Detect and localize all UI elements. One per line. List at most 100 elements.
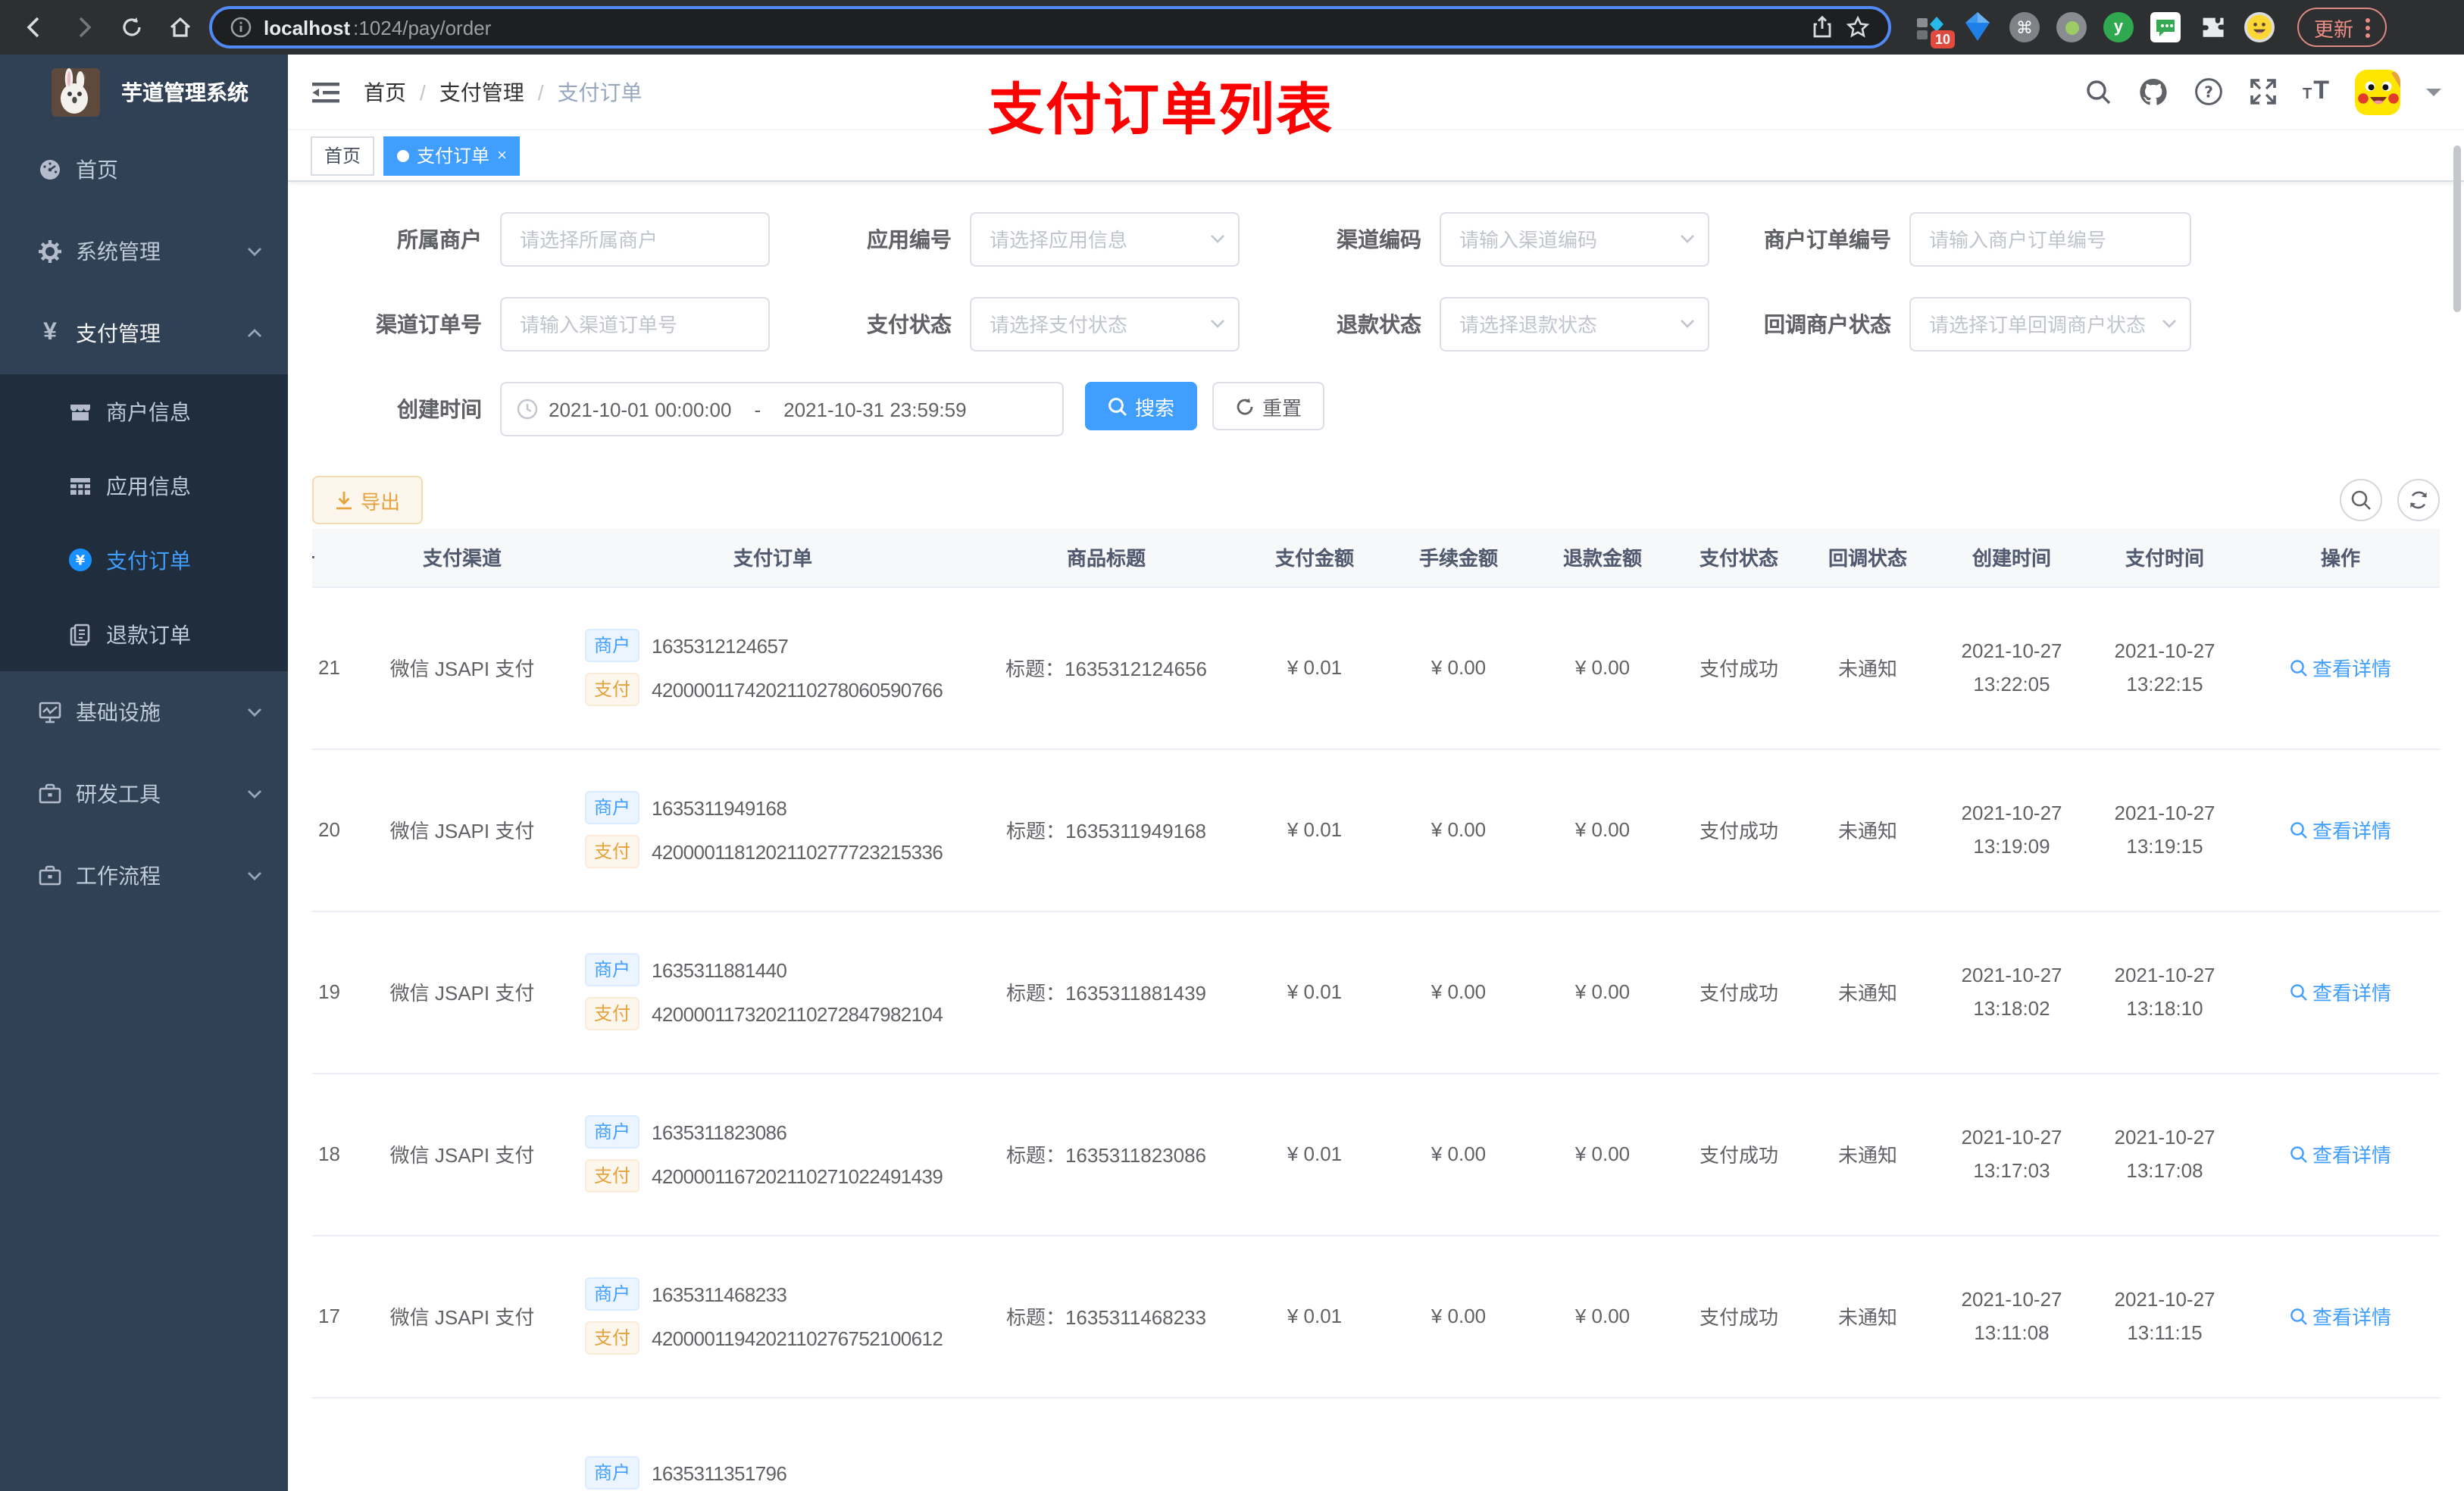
sidebar-item-label: 研发工具	[76, 782, 161, 806]
view-detail-link[interactable]: 查看详情	[2290, 653, 2391, 682]
channel-code-select[interactable]	[1440, 212, 1709, 267]
sidebar-collapse-icon[interactable]	[311, 77, 341, 107]
help-icon[interactable]: ?	[2194, 77, 2222, 106]
channel-order-input[interactable]	[500, 297, 770, 352]
vertical-scrollbar[interactable]	[2453, 145, 2461, 312]
extensions-puzzle-icon[interactable]	[2197, 11, 2228, 44]
sidebar-item-label: 退款订单	[106, 622, 191, 646]
close-icon[interactable]: ×	[497, 146, 507, 164]
browser-update-button[interactable]: 更新	[2297, 8, 2387, 47]
table-row[interactable]: 商户 1635311351796	[312, 1397, 2440, 1491]
cell-title: 标题：1635311823086	[970, 1073, 1243, 1236]
date-range-input[interactable]: 2021-10-01 00:00:00 - 2021-10-31 23:59:5…	[500, 382, 1064, 436]
cell-pay-status	[1674, 1397, 1803, 1491]
cell-id: 21	[312, 586, 349, 749]
filter-label-refund-status: 退款状态	[1337, 312, 1421, 336]
top-navbar: 首页 / 支付管理 / 支付订单 支付订单列表 ? T T	[288, 55, 2464, 141]
magnifier-icon	[2290, 1146, 2307, 1162]
sidebar-item-label: 首页	[76, 158, 118, 182]
browser-menu-icon[interactable]	[2366, 17, 2371, 37]
profile-emoji-icon[interactable]	[2244, 11, 2275, 44]
reset-button[interactable]: 重置	[1212, 382, 1325, 430]
merchant-order-input[interactable]	[1909, 212, 2191, 267]
breadcrumb-home[interactable]: 首页	[364, 77, 406, 107]
cell-create-time	[1932, 1397, 2091, 1491]
cell-title: 标题：1635311949168	[970, 749, 1243, 911]
export-button[interactable]: 导出	[312, 476, 424, 524]
cell-fee: ¥ 0.00	[1387, 1073, 1531, 1236]
address-bar[interactable]: localhost:1024/pay/order	[209, 6, 1891, 48]
logo-image	[52, 67, 100, 116]
extension-kite-icon[interactable]	[1962, 11, 1993, 44]
tab-pay-order[interactable]: 支付订单 ×	[383, 136, 521, 175]
cell-channel: 微信 JSAPI 支付	[349, 1073, 576, 1236]
refund-status-select[interactable]	[1440, 297, 1709, 352]
cell-notify-status: 未通知	[1803, 1235, 1932, 1398]
sidebar-item-infrastructure[interactable]: 基础设施	[0, 671, 288, 753]
extension-cmd-icon[interactable]: ⌘	[2009, 12, 2040, 42]
sidebar-item-pay-order[interactable]: ¥ 支付订单	[0, 523, 288, 597]
extension-recorder-icon[interactable]	[2056, 12, 2087, 42]
browser-forward-icon[interactable]	[64, 8, 103, 47]
merchant-input[interactable]	[500, 212, 770, 267]
browser-back-icon[interactable]	[15, 8, 55, 47]
chevron-down-icon	[245, 785, 264, 803]
user-avatar[interactable]	[2355, 69, 2400, 114]
extension-y-icon[interactable]: y	[2103, 12, 2134, 42]
merchant-tag: 商户	[585, 1115, 640, 1149]
search-button[interactable]: 搜索	[1085, 382, 1198, 430]
cell-pay-status: 支付成功	[1674, 1073, 1803, 1236]
sidebar-item-app-info[interactable]: 应用信息	[0, 449, 288, 523]
share-icon[interactable]	[1811, 15, 1834, 39]
refresh-button[interactable]	[2397, 479, 2440, 521]
extension-chat-icon[interactable]	[2150, 11, 2181, 44]
breadcrumb-section[interactable]: 支付管理	[439, 77, 524, 107]
toggle-search-button[interactable]	[2340, 479, 2382, 521]
callback-status-select[interactable]	[1909, 297, 2191, 352]
font-size-icon[interactable]: TT	[2303, 77, 2329, 104]
filter-label-merchant: 所属商户	[397, 227, 482, 252]
bookmark-star-icon[interactable]	[1846, 15, 1870, 39]
view-detail-link[interactable]: 查看详情	[2290, 1302, 2391, 1330]
table-row[interactable]: 17 微信 JSAPI 支付 商户 1635311468233 支付 42000…	[312, 1235, 2440, 1398]
site-info-icon[interactable]	[230, 17, 252, 38]
filter-label-channel-code: 渠道编码	[1337, 227, 1421, 252]
browser-toolbar: localhost:1024/pay/order 10 ⌘ y 更新	[0, 0, 2464, 55]
cell-channel: 微信 JSAPI 支付	[349, 911, 576, 1074]
table-row[interactable]: 20 微信 JSAPI 支付 商户 1635311949168 支付 42000…	[312, 749, 2440, 911]
sidebar-item-workflow[interactable]: 工作流程	[0, 835, 288, 917]
github-icon[interactable]	[2137, 77, 2168, 107]
sidebar-item-refund-order[interactable]: 退款订单	[0, 597, 288, 671]
cell-id: 20	[312, 749, 349, 911]
cell-create-time: 2021-10-27 13:11:08	[1932, 1235, 2091, 1398]
pay-status-select[interactable]	[970, 297, 1240, 352]
sidebar-item-home[interactable]: 首页	[0, 129, 288, 211]
extension-tag-assistant-icon[interactable]: 10	[1915, 11, 1955, 48]
cell-channel	[349, 1397, 576, 1491]
sidebar-item-label: 工作流程	[76, 864, 161, 888]
view-detail-link[interactable]: 查看详情	[2290, 815, 2391, 844]
tab-home[interactable]: 首页	[311, 136, 375, 175]
fullscreen-icon[interactable]	[2248, 77, 2277, 106]
column-header: 编号	[312, 529, 349, 587]
sidebar-logo[interactable]: 芋道管理系统	[0, 55, 288, 129]
filter-label-channel-order: 渠道订单号	[376, 312, 482, 336]
cell-fee: ¥ 0.00	[1387, 911, 1531, 1074]
caret-down-icon[interactable]	[2426, 86, 2441, 98]
browser-home-icon[interactable]	[161, 8, 200, 47]
view-detail-link[interactable]: 查看详情	[2290, 977, 2391, 1006]
document-copy-icon	[68, 622, 92, 646]
sidebar-item-dev-tools[interactable]: 研发工具	[0, 753, 288, 835]
sidebar-item-payment[interactable]: ¥ 支付管理	[0, 292, 288, 374]
table-row[interactable]: 18 微信 JSAPI 支付 商户 1635311823086 支付 42000…	[312, 1073, 2440, 1236]
sidebar-item-merchant-info[interactable]: 商户信息	[0, 374, 288, 449]
table-row[interactable]: 21 微信 JSAPI 支付 商户 1635312124657 支付 42000…	[312, 586, 2440, 749]
app-select[interactable]	[970, 212, 1240, 267]
browser-reload-icon[interactable]	[112, 8, 152, 47]
sidebar-item-label: 支付管理	[76, 321, 161, 345]
cell-amount: ¥ 0.01	[1243, 1073, 1387, 1236]
view-detail-link[interactable]: 查看详情	[2290, 1139, 2391, 1168]
sidebar-item-system[interactable]: 系统管理	[0, 211, 288, 292]
search-icon[interactable]	[2084, 78, 2112, 105]
table-row[interactable]: 19 微信 JSAPI 支付 商户 1635311881440 支付 42000…	[312, 911, 2440, 1074]
